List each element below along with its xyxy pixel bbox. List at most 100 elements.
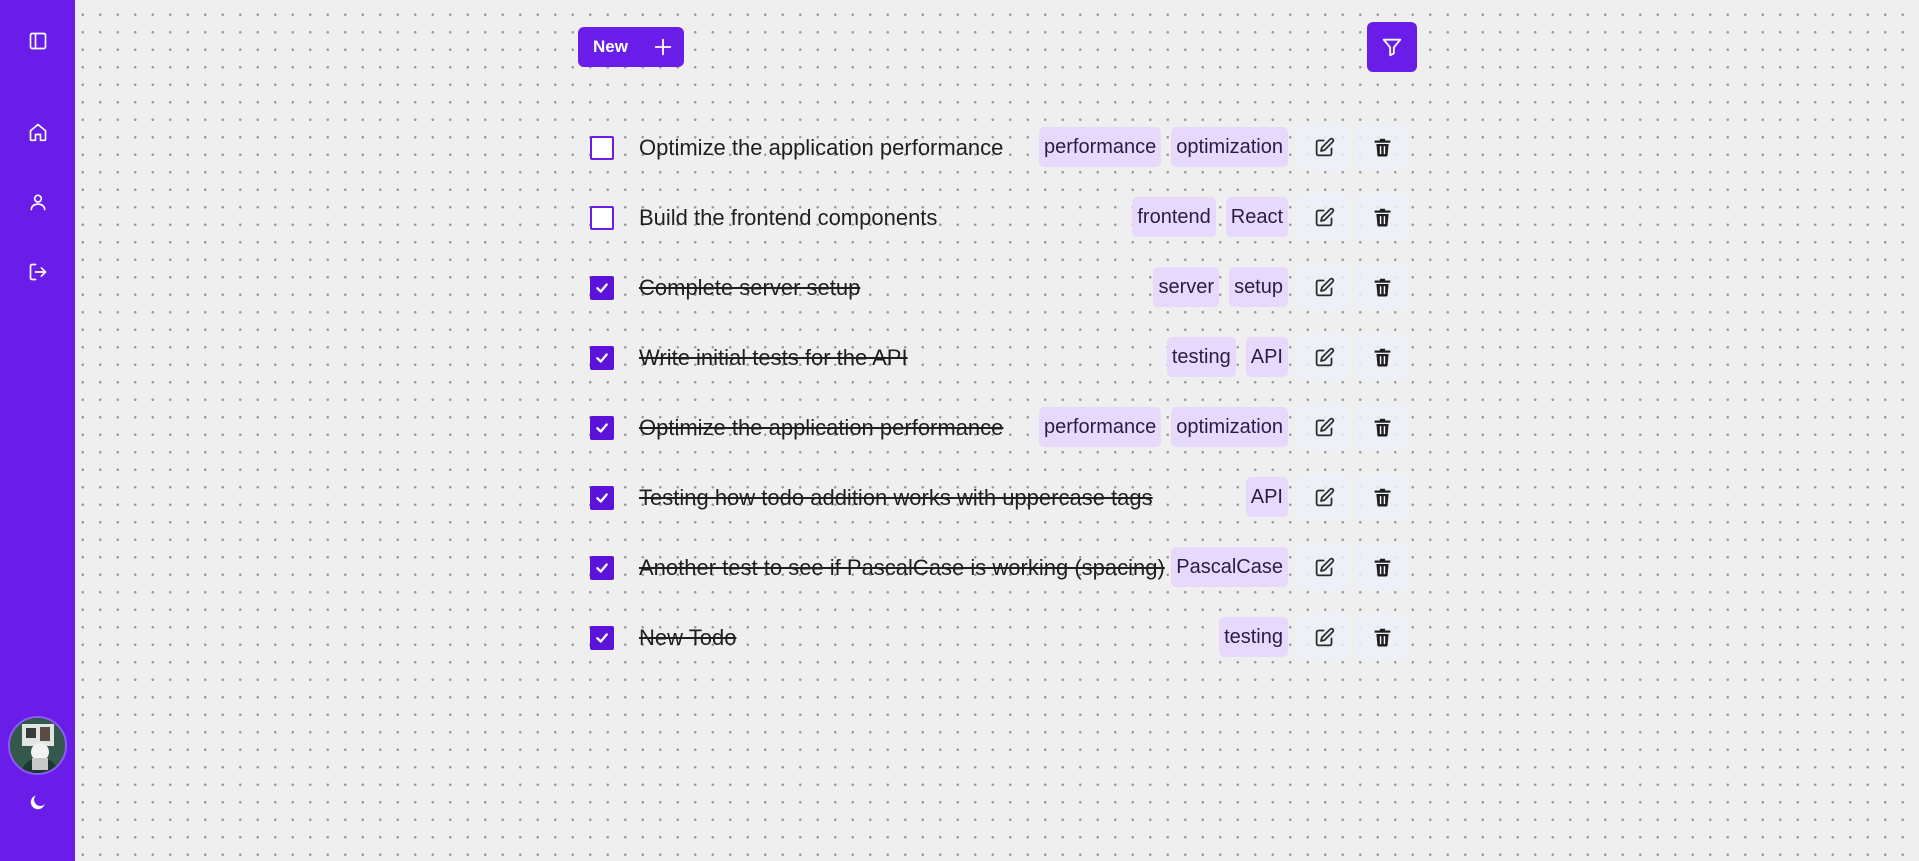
edit-button[interactable] (1298, 614, 1350, 660)
trash-icon (1374, 628, 1390, 647)
todo-tags: performance optimization (1039, 407, 1288, 447)
check-icon (596, 633, 608, 643)
check-icon (596, 353, 608, 363)
todo-tags: API (1245, 477, 1288, 517)
todo-item: New Todo testing (578, 614, 1408, 660)
avatar-image (10, 718, 65, 773)
new-todo-button[interactable]: New (578, 27, 684, 67)
tag-badge: API (1245, 337, 1288, 377)
delete-button[interactable] (1356, 404, 1408, 450)
moon-icon (30, 795, 45, 810)
tag-badge: API (1245, 477, 1288, 517)
delete-button[interactable] (1356, 544, 1408, 590)
todo-checkbox[interactable] (590, 486, 614, 510)
avatar[interactable] (8, 716, 67, 775)
tag-badge: PascalCase (1171, 547, 1288, 587)
delete-button[interactable] (1356, 334, 1408, 380)
todo-text: Build the frontend components (639, 205, 938, 230)
tag-badge: testing (1166, 337, 1236, 377)
filter-button[interactable] (1367, 22, 1417, 72)
todo-tags: server setup (1153, 267, 1288, 307)
todo-text: Optimize the application performance (639, 415, 1004, 440)
theme-toggle-button[interactable] (0, 782, 75, 822)
todo-tags: performance optimization (1039, 127, 1288, 167)
home-icon (29, 123, 46, 142)
tag-badge: optimization (1171, 127, 1288, 167)
trash-icon (1374, 558, 1390, 577)
todo-item: Testing how todo addition works with upp… (578, 474, 1408, 520)
sidebar (0, 0, 75, 861)
user-icon (30, 194, 46, 211)
edit-icon (1315, 347, 1334, 366)
check-icon (596, 563, 608, 573)
delete-button[interactable] (1356, 264, 1408, 310)
todo-item: Optimize the application performance perf… (578, 124, 1408, 170)
trash-icon (1374, 488, 1390, 507)
todo-text: New Todo (639, 625, 737, 650)
check-icon (596, 493, 608, 503)
todo-text: Another test to see if PascalCase is wor… (639, 555, 1165, 580)
home-button[interactable] (0, 112, 75, 152)
todo-checkbox[interactable] (590, 206, 614, 230)
todo-text: Optimize the application performance (639, 135, 1004, 160)
todo-text: Complete server setup (639, 275, 861, 300)
edit-button[interactable] (1298, 334, 1350, 380)
trash-icon (1374, 208, 1390, 227)
todo-item: Optimize the application performance perf… (578, 404, 1408, 450)
todo-tags: testing (1219, 617, 1288, 657)
profile-button[interactable] (0, 182, 75, 222)
sidebar-toggle-icon (29, 32, 46, 50)
todo-checkbox[interactable] (590, 346, 614, 370)
edit-icon (1315, 487, 1334, 506)
todo-tags: frontend React (1132, 197, 1288, 237)
edit-button[interactable] (1298, 264, 1350, 310)
todo-item: Write initial tests for the API testing AP… (578, 334, 1408, 380)
delete-button[interactable] (1356, 474, 1408, 520)
tag-badge: performance (1039, 127, 1162, 167)
plus-icon (654, 38, 672, 56)
todo-text: Testing how todo addition works with upp… (639, 485, 1153, 510)
check-icon (596, 423, 608, 433)
tag-badge: server (1153, 267, 1220, 307)
todo-tags: PascalCase (1171, 547, 1288, 587)
delete-button[interactable] (1356, 194, 1408, 240)
tag-badge: performance (1039, 407, 1162, 447)
edit-icon (1315, 417, 1334, 436)
sidebar-toggle-button[interactable] (0, 21, 75, 61)
check-icon (596, 283, 608, 293)
tag-badge: frontend (1132, 197, 1216, 237)
todo-text: Write initial tests for the API (639, 345, 908, 370)
trash-icon (1374, 418, 1390, 437)
todo-checkbox[interactable] (590, 416, 614, 440)
todo-item: Another test to see if PascalCase is wor… (578, 544, 1408, 590)
trash-icon (1374, 278, 1390, 297)
edit-button[interactable] (1298, 544, 1350, 590)
todo-item: Complete server setup server setup (578, 264, 1408, 310)
tag-badge: React (1225, 197, 1288, 237)
edit-icon (1315, 137, 1334, 156)
edit-button[interactable] (1298, 124, 1350, 170)
tag-badge: testing (1219, 617, 1288, 657)
todo-tags: testing API (1166, 337, 1288, 377)
delete-button[interactable] (1356, 124, 1408, 170)
edit-icon (1315, 557, 1334, 576)
todo-checkbox[interactable] (590, 136, 614, 160)
edit-icon (1315, 277, 1334, 296)
edit-button[interactable] (1298, 194, 1350, 240)
filter-icon (1382, 38, 1402, 57)
tag-badge: setup (1229, 267, 1288, 307)
trash-icon (1374, 138, 1390, 157)
delete-button[interactable] (1356, 614, 1408, 660)
edit-button[interactable] (1298, 404, 1350, 450)
todo-item: Build the frontend components frontend Rea… (578, 194, 1408, 240)
logout-button[interactable] (0, 252, 75, 292)
edit-button[interactable] (1298, 474, 1350, 520)
todo-checkbox[interactable] (590, 626, 614, 650)
todo-checkbox[interactable] (590, 276, 614, 300)
todo-checkbox[interactable] (590, 556, 614, 580)
trash-icon (1374, 348, 1390, 367)
tag-badge: optimization (1171, 407, 1288, 447)
new-todo-label: New (593, 37, 628, 56)
edit-icon (1315, 627, 1334, 646)
logout-icon (29, 263, 46, 281)
